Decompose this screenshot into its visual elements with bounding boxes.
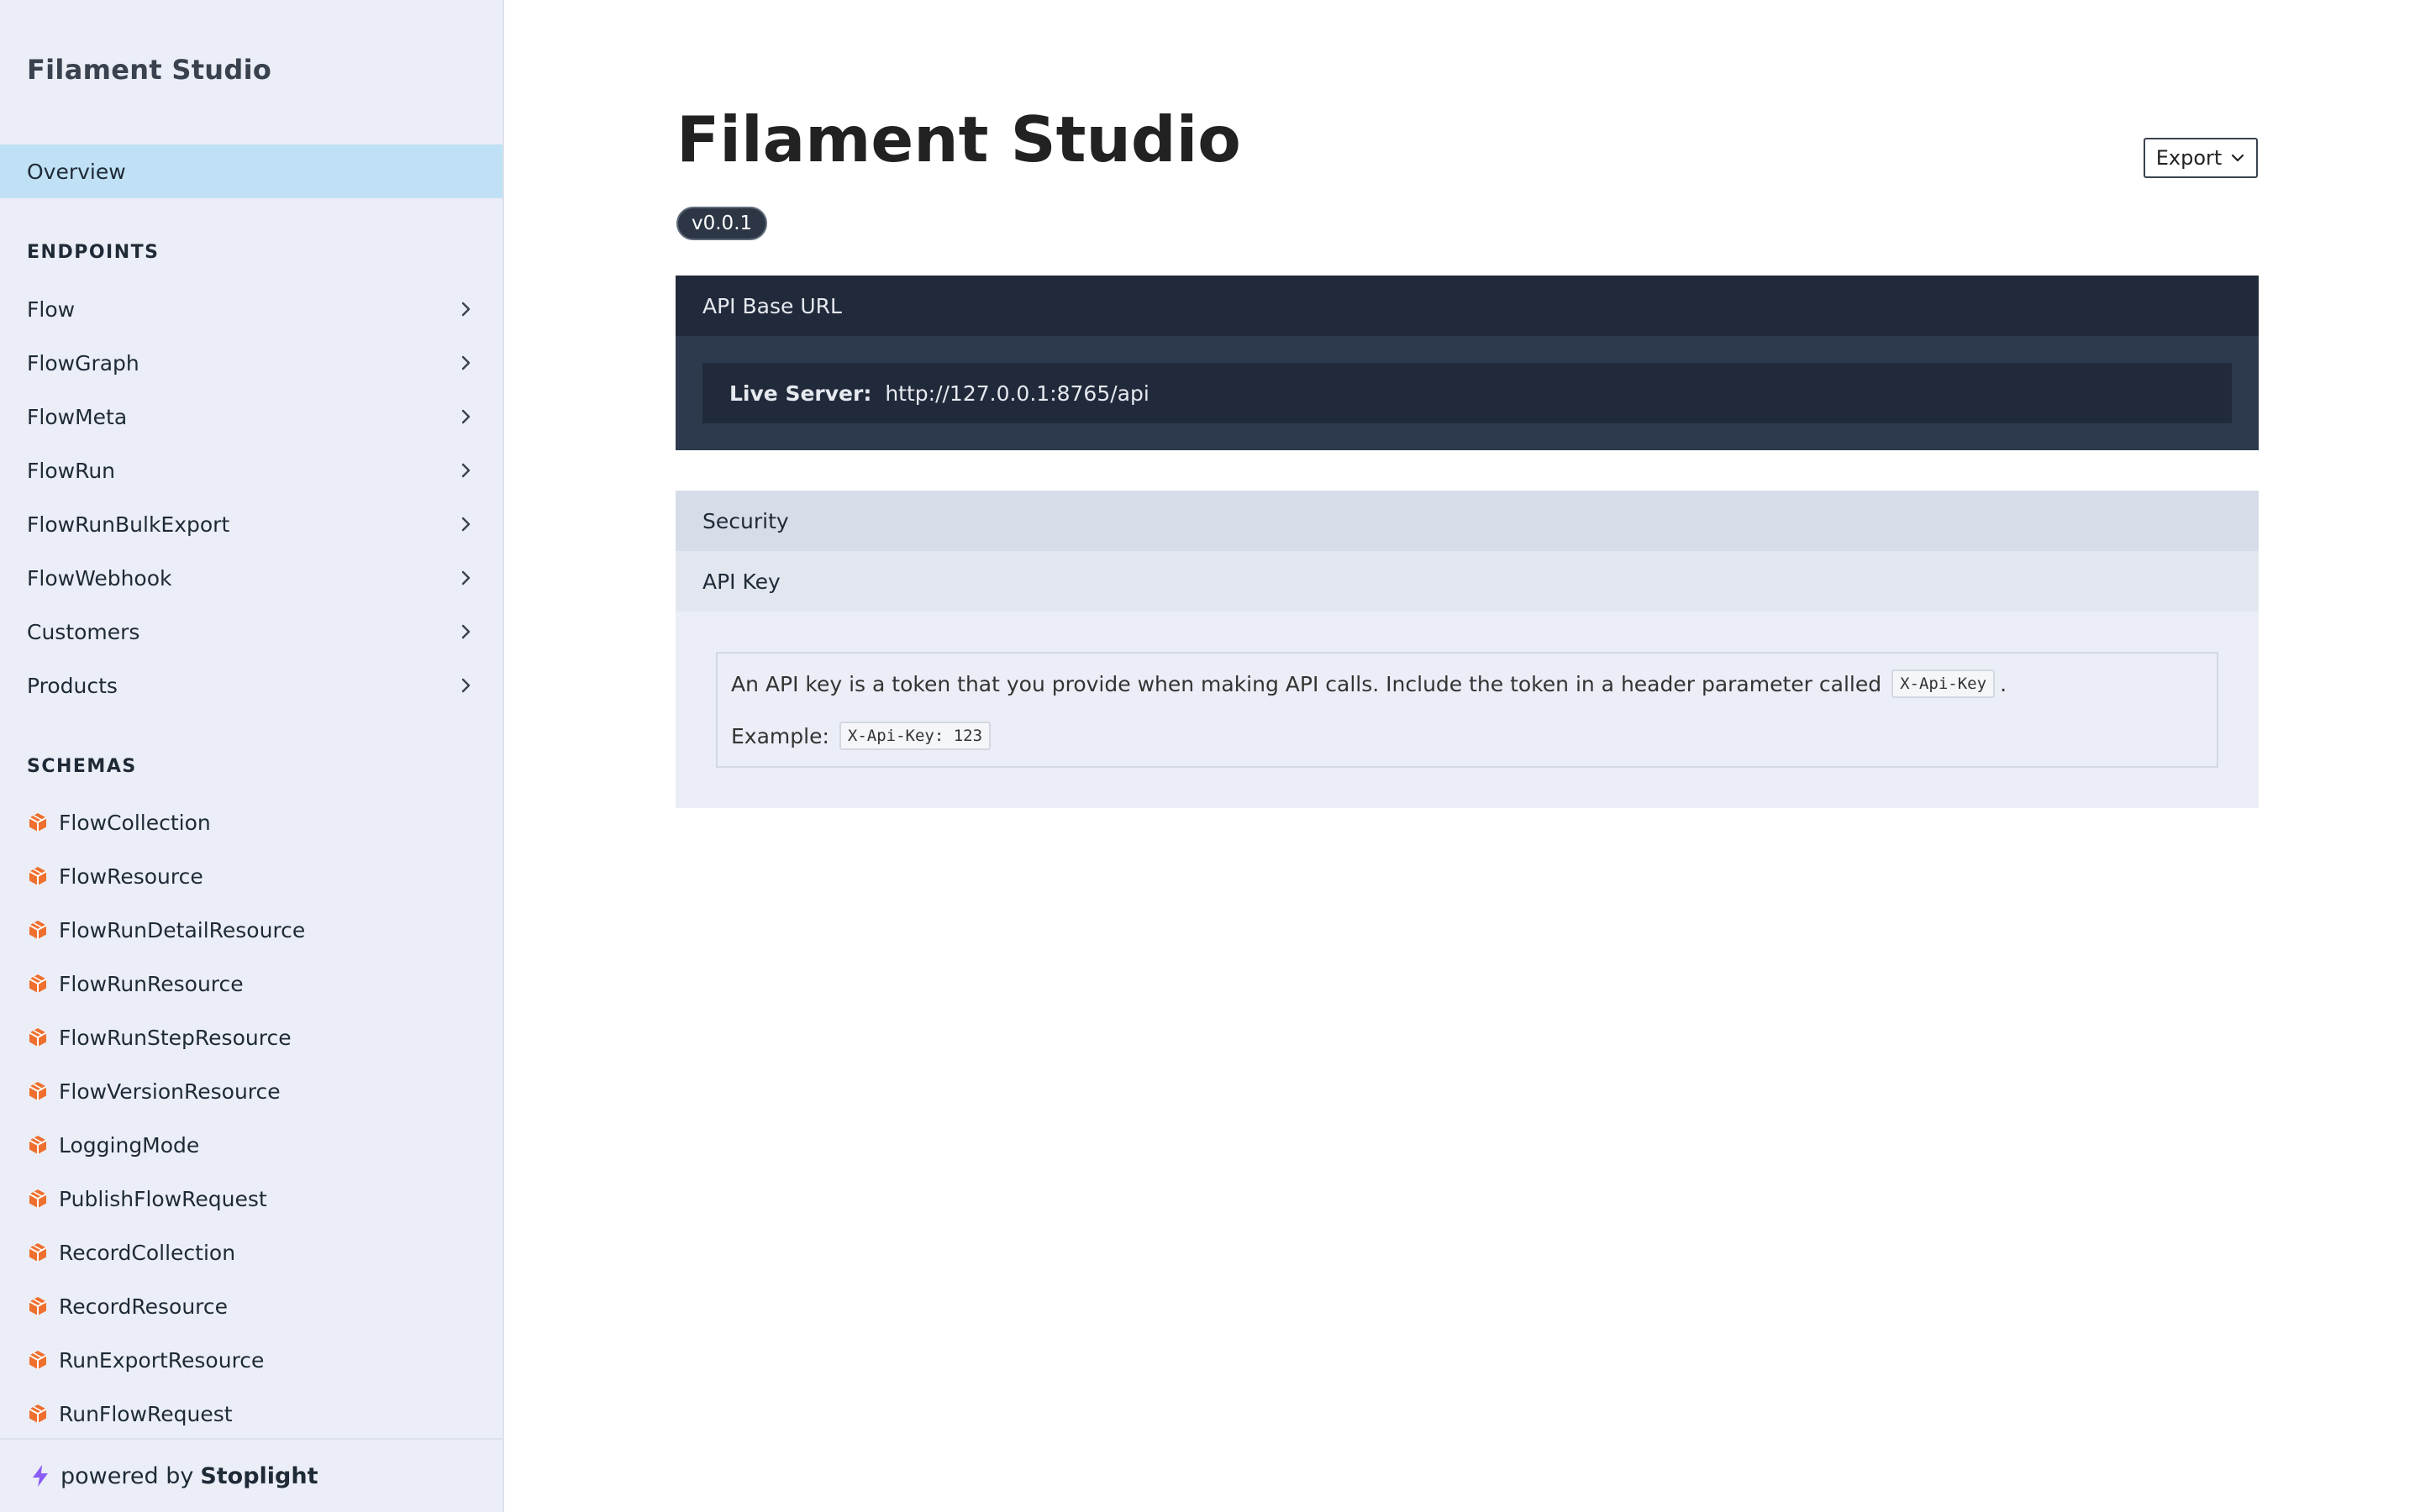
- sidebar-item-schema[interactable]: FlowRunResource: [0, 957, 502, 1011]
- sidebar-item-label: Products: [27, 673, 118, 698]
- sidebar-item-label: Overview: [27, 159, 126, 184]
- sidebar-item-schema[interactable]: FlowCollection: [0, 795, 502, 849]
- example-line: Example: X-Api-Key: 123: [731, 717, 2203, 754]
- sidebar-item-label: RecordCollection: [59, 1240, 236, 1265]
- chevron-down-icon: [2232, 154, 2244, 162]
- chevron-right-icon: [461, 570, 471, 585]
- sidebar-item-schema[interactable]: FlowRunDetailResource: [0, 903, 502, 957]
- sidebar-item-label: PublishFlowRequest: [59, 1186, 267, 1211]
- sidebar-item-endpoint[interactable]: FlowRunBulkExport: [0, 497, 502, 551]
- chevron-right-icon: [461, 517, 471, 532]
- sidebar-item-label: FlowRun: [27, 458, 116, 483]
- sidebar-item-label: FlowMeta: [27, 404, 128, 429]
- export-button-label: Export: [2155, 146, 2223, 170]
- description-period: .: [2000, 671, 2007, 696]
- sidebar-item-endpoint[interactable]: FlowRun: [0, 444, 502, 497]
- live-server-box[interactable]: Live Server: http://127.0.0.1:8765/api: [702, 363, 2232, 423]
- sidebar-item-label: FlowRunResource: [59, 971, 244, 996]
- sidebar-item-endpoint[interactable]: FlowGraph: [0, 336, 502, 390]
- example-label: Example:: [731, 723, 829, 748]
- app-root: Filament Studio Overview ENDPOINTS Flow F…: [0, 0, 2420, 1512]
- page-title: Filament Studio: [676, 102, 1241, 176]
- sidebar-item-schema[interactable]: RunFlowRequest: [0, 1387, 502, 1441]
- api-base-url-panel: API Base URL Live Server: http://127.0.0…: [676, 276, 2259, 450]
- chevron-right-icon: [461, 624, 471, 639]
- cube-icon: [29, 1136, 47, 1154]
- chevron-right-icon: [461, 463, 471, 478]
- cube-icon: [29, 813, 47, 832]
- description-line: An API key is a token that you provide w…: [731, 665, 2203, 702]
- endpoints-section-title: ENDPOINTS: [27, 242, 160, 263]
- cube-icon: [29, 974, 47, 993]
- sidebar-item-endpoint[interactable]: Products: [0, 659, 502, 712]
- security-header: Security: [676, 491, 2259, 551]
- cube-icon: [29, 1028, 47, 1047]
- api-base-url-header: API Base URL: [676, 276, 2259, 336]
- sidebar-item-label: FlowWebhook: [27, 565, 172, 591]
- sidebar-item-label: RunFlowRequest: [59, 1401, 233, 1426]
- live-server-label: Live Server:: [729, 381, 872, 406]
- sidebar-item-schema[interactable]: FlowRunStepResource: [0, 1011, 502, 1064]
- cube-icon: [29, 1297, 47, 1315]
- sidebar-item-schema[interactable]: FlowResource: [0, 849, 502, 903]
- sidebar-item-label: FlowResource: [59, 864, 203, 889]
- sidebar-item-schema[interactable]: RecordResource: [0, 1279, 502, 1333]
- endpoints-list: Flow FlowGraph FlowMeta FlowRun FlowRunBulkE…: [0, 282, 502, 712]
- sidebar-brand[interactable]: Filament Studio: [27, 54, 271, 86]
- description-text: An API key is a token that you provide w…: [731, 671, 1882, 696]
- sidebar-item-label: FlowGraph: [27, 350, 139, 375]
- sidebar-item-label: RunExportResource: [59, 1347, 265, 1373]
- sidebar-item-endpoint[interactable]: Customers: [0, 605, 502, 659]
- sidebar-item-endpoint[interactable]: FlowMeta: [0, 390, 502, 444]
- sidebar-item-schema[interactable]: LoggingMode: [0, 1118, 502, 1172]
- powered-by-footer[interactable]: powered by Stoplight: [0, 1438, 502, 1512]
- sidebar-item-label: RecordResource: [59, 1294, 229, 1319]
- sidebar-item-label: Flow: [27, 297, 76, 322]
- live-server-url[interactable]: http://127.0.0.1:8765/api: [885, 381, 1149, 406]
- sidebar-item-endpoint[interactable]: FlowWebhook: [0, 551, 502, 605]
- sidebar-item-label: FlowCollection: [59, 810, 211, 835]
- main-content: Filament Studio v0.0.1 Export API Base U…: [504, 0, 2420, 1512]
- sidebar-item-schema[interactable]: PublishFlowRequest: [0, 1172, 502, 1226]
- sidebar-item-endpoint[interactable]: Flow: [0, 282, 502, 336]
- api-key-description: An API key is a token that you provide w…: [716, 652, 2218, 768]
- chevron-right-icon: [461, 355, 471, 370]
- cube-icon: [29, 921, 47, 939]
- sidebar-item-label: FlowRunDetailResource: [59, 917, 306, 942]
- api-key-scheme-tab[interactable]: API Key: [676, 551, 2259, 612]
- cube-icon: [29, 1351, 47, 1369]
- sidebar-item-label: FlowVersionResource: [59, 1079, 281, 1104]
- cube-icon: [29, 1082, 47, 1100]
- footer-brand: Stoplight: [200, 1462, 318, 1489]
- example-code: X-Api-Key: 123: [839, 722, 992, 750]
- sidebar-item-label: FlowRunStepResource: [59, 1025, 292, 1050]
- sidebar: Filament Studio Overview ENDPOINTS Flow F…: [0, 0, 504, 1512]
- security-panel: Security API Key An API key is a token t…: [676, 491, 2259, 808]
- footer-prefix: powered by: [60, 1462, 194, 1489]
- cube-icon: [29, 867, 47, 885]
- bolt-icon: [33, 1465, 48, 1487]
- schemas-list: FlowCollection FlowResource FlowRunDetailR…: [0, 795, 502, 1441]
- sidebar-item-label: FlowRunBulkExport: [27, 512, 230, 537]
- export-button[interactable]: Export: [2144, 138, 2258, 178]
- version-badge: v0.0.1: [676, 207, 768, 240]
- chevron-right-icon: [461, 409, 471, 424]
- sidebar-item-schema[interactable]: RecordCollection: [0, 1226, 502, 1279]
- sidebar-item-schema[interactable]: RunExportResource: [0, 1333, 502, 1387]
- cube-icon: [29, 1243, 47, 1262]
- sidebar-item-schema[interactable]: FlowVersionResource: [0, 1064, 502, 1118]
- chevron-right-icon: [461, 678, 471, 693]
- chevron-right-icon: [461, 302, 471, 317]
- cube-icon: [29, 1189, 47, 1208]
- sidebar-item-label: LoggingMode: [59, 1132, 200, 1158]
- sidebar-item-label: Customers: [27, 619, 140, 644]
- header-param-code: X-Api-Key: [1891, 669, 1996, 698]
- schemas-section-title: SCHEMAS: [27, 756, 137, 777]
- sidebar-item-overview[interactable]: Overview: [0, 144, 502, 198]
- cube-icon: [29, 1404, 47, 1423]
